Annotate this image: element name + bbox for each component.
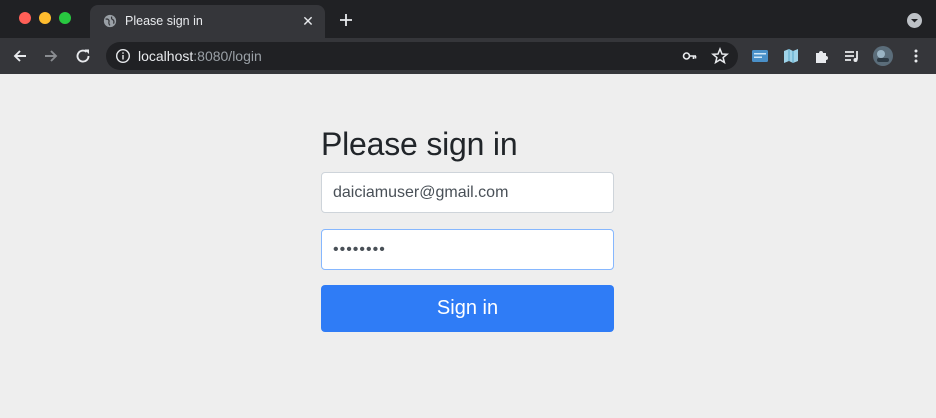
- key-icon[interactable]: [682, 48, 698, 64]
- password-field[interactable]: [321, 229, 614, 270]
- browser-toolbar: localhost:8080/login: [0, 38, 936, 74]
- minimize-window-button[interactable]: [39, 12, 51, 24]
- sign-in-button[interactable]: Sign in: [321, 285, 614, 332]
- globe-icon: [103, 14, 117, 28]
- address-bar[interactable]: localhost:8080/login: [106, 42, 738, 70]
- extension-map-icon[interactable]: [782, 47, 800, 65]
- browser-menu-icon[interactable]: [907, 47, 925, 65]
- extension-card-icon[interactable]: [751, 47, 769, 65]
- url-host: localhost: [138, 48, 194, 64]
- reload-icon[interactable]: [74, 47, 92, 65]
- fullscreen-window-button[interactable]: [59, 12, 71, 24]
- back-arrow-icon[interactable]: [11, 47, 29, 65]
- info-icon[interactable]: [115, 48, 131, 64]
- close-tab-icon[interactable]: ✕: [300, 13, 316, 29]
- extensions-puzzle-icon[interactable]: [813, 47, 831, 65]
- url-text: localhost:8080/login: [138, 48, 262, 64]
- new-tab-icon[interactable]: [337, 11, 355, 29]
- tab-strip: Please sign in ✕: [0, 0, 936, 38]
- profile-avatar[interactable]: [873, 46, 893, 66]
- browser-tab[interactable]: Please sign in ✕: [90, 5, 325, 38]
- tab-title: Please sign in: [125, 14, 203, 28]
- page-title: Please sign in: [321, 126, 518, 162]
- forward-arrow-icon[interactable]: [42, 47, 60, 65]
- chevron-down-icon: [911, 19, 918, 23]
- tab-search-icon[interactable]: [907, 13, 922, 28]
- media-queue-icon[interactable]: [843, 47, 861, 65]
- username-field[interactable]: [321, 172, 614, 213]
- bookmark-star-icon[interactable]: [711, 47, 729, 65]
- login-page: Please sign in Sign in: [0, 74, 936, 418]
- close-window-button[interactable]: [19, 12, 31, 24]
- url-path: :8080/login: [193, 48, 262, 64]
